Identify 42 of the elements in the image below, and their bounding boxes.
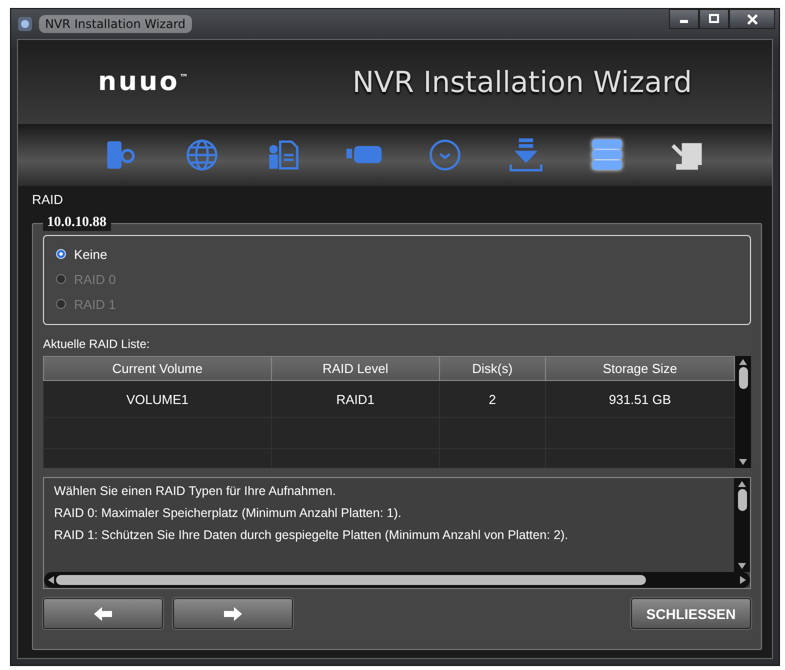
scroll-up-icon[interactable] <box>738 481 746 487</box>
close-wizard-button[interactable]: SCHLIESSEN <box>631 598 751 629</box>
section-title: RAID <box>32 192 64 207</box>
scroll-right-icon[interactable] <box>740 576 746 584</box>
description-line: RAID 0: Maximaler Speicherplatz (Minimum Anzahl Platten: 1). <box>54 506 402 520</box>
scroll-thumb[interactable] <box>738 367 748 389</box>
vertical-scrollbar[interactable] <box>734 478 750 572</box>
description-line: Wählen Sie einen RAID Typen für Ihre Aufnahmen. <box>54 484 337 498</box>
scroll-left-icon[interactable] <box>48 576 54 584</box>
download-tray-icon[interactable] <box>507 136 545 174</box>
scroll-down-icon[interactable] <box>738 563 746 569</box>
arrow-left-icon <box>93 606 113 622</box>
table-cell: VOLUME1 <box>44 380 272 418</box>
maximize-button[interactable] <box>699 9 729 29</box>
maximize-icon <box>709 14 719 24</box>
table-cell: 2 <box>439 380 546 418</box>
close-button[interactable] <box>729 9 775 29</box>
next-button[interactable] <box>173 598 293 629</box>
scroll-down-icon[interactable] <box>739 459 747 465</box>
group-title: 10.0.10.88 <box>43 215 110 231</box>
table-cell: 931.51 GB <box>545 380 734 418</box>
column-header: Current Volume <box>44 356 272 380</box>
scroll-thumb[interactable] <box>738 489 746 511</box>
arrow-right-icon <box>223 606 243 622</box>
logo: nuuo$^{™}$ <box>98 67 190 97</box>
table-cell: RAID1 <box>271 380 440 418</box>
close-icon <box>746 14 758 24</box>
raid-option[interactable]: Keine <box>56 244 738 264</box>
column-header: Disk(s) <box>439 356 546 380</box>
description-line: RAID 1: Schützen Sie Ihre Daten durch gespiegelte Platten (Minimum Anzahl von Platten: 2). <box>54 528 570 542</box>
column-header: RAID Level <box>271 356 440 380</box>
window-title: NVR Installation Wizard <box>39 15 192 33</box>
horizontal-scrollbar[interactable] <box>44 572 750 588</box>
scroll-thumb[interactable] <box>56 575 646 585</box>
back-button[interactable] <box>43 598 163 629</box>
list-label: Aktuelle RAID Liste: <box>43 337 151 351</box>
vertical-scrollbar[interactable] <box>735 356 751 468</box>
minimize-button[interactable] <box>669 9 699 29</box>
wizard-title: NVR Installation Wizard <box>352 65 692 99</box>
app-icon <box>17 16 33 32</box>
scroll-up-icon[interactable] <box>739 359 747 365</box>
column-header: Storage Size <box>545 356 734 380</box>
